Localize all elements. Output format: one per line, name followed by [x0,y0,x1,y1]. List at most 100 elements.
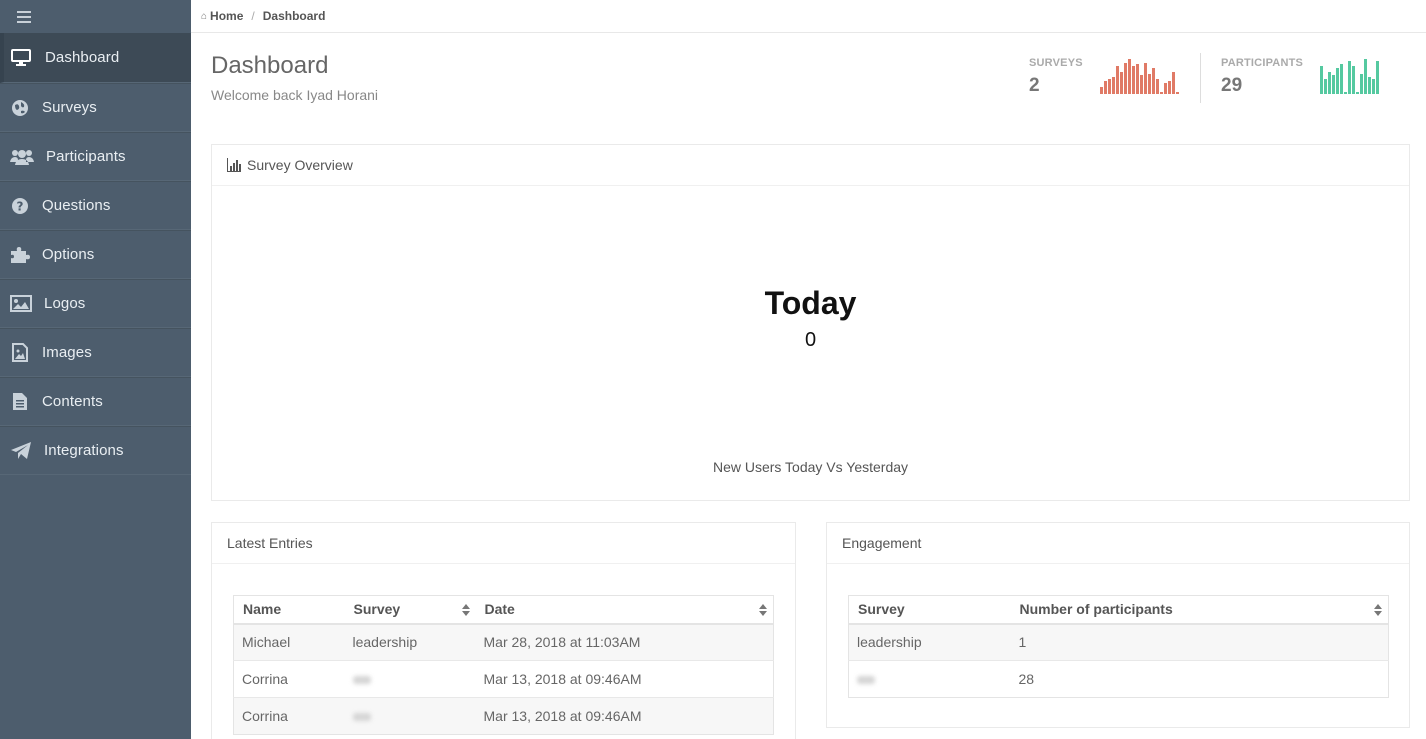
sparkline-bar [1348,61,1351,94]
table-row[interactable]: 28 [848,660,1389,698]
engagement-heading: Engagement [827,523,1409,564]
sparkline-bar [1364,59,1367,94]
table-row[interactable]: leadership 1 [848,623,1389,661]
engagement-title: Engagement [842,535,922,551]
table-row[interactable]: Corrina Mar 13, 2018 at 09:46AM [233,660,774,698]
breadcrumb-home[interactable]: Home [210,9,243,23]
entry-name: Corrina [233,660,345,698]
sidebar-item-images[interactable]: Images [0,328,191,377]
sparkline-bar [1172,72,1175,94]
latest-entries-panel: Latest Entries Name Survey Date Michael … [211,522,796,739]
sidebar-item-label: Logos [44,295,86,312]
column-header-participants[interactable]: Number of participants [1010,595,1389,625]
sparkline-bar [1360,74,1363,94]
stat-divider [1200,53,1201,103]
table-row[interactable]: Corrina Mar 13, 2018 at 09:46AM [233,697,774,735]
sidebar-item-label: Questions [42,197,111,214]
table-header-row: Survey Number of participants [848,595,1389,625]
table-row[interactable]: Michael leadership Mar 28, 2018 at 11:03… [233,623,774,661]
participants-stat: PARTICIPANTS 29 [1221,57,1303,97]
breadcrumb-current: Dashboard [262,9,326,23]
paper-plane-icon [10,442,32,460]
sparkline-bar [1120,72,1123,94]
column-header-date[interactable]: Date [475,595,774,625]
entry-survey-redacted [344,660,476,698]
sidebar-item-options[interactable]: Options [0,230,191,279]
sidebar-item-participants[interactable]: Participants [0,132,191,181]
sparkline-bar [1104,81,1107,94]
survey-overview-panel: Survey Overview Today 0 New Users Today … [211,144,1410,501]
picture-icon [10,295,32,313]
sidebar-item-label: Dashboard [45,49,120,66]
today-value: 0 [804,329,817,351]
surveys-stat: SURVEYS 2 [1029,57,1083,97]
sparkline-bar [1132,66,1135,94]
sidebar-item-integrations[interactable]: Integrations [0,426,191,475]
sidebar-item-label: Images [42,344,92,361]
page-title: Dashboard [211,52,329,79]
redacted-text [352,713,371,722]
sparkline-bar [1140,75,1143,94]
sparkline-bar [1176,92,1179,94]
sparkline-bar [1108,79,1111,94]
sparkline-bar [1136,64,1139,94]
sidebar-item-label: Options [42,246,95,263]
entry-name: Michael [233,623,345,661]
entry-date: Mar 13, 2018 at 09:46AM [475,660,774,698]
sparkline-bar [1124,63,1127,94]
sparkline-bar [1144,63,1147,94]
sparkline-bar [1344,92,1347,94]
participants-stat-label: PARTICIPANTS [1221,57,1304,69]
column-header-name[interactable]: Name [233,595,345,625]
engagement-count: 28 [1010,660,1389,698]
sort-icon[interactable] [759,604,767,616]
redacted-text [352,676,371,685]
sidebar-item-dashboard[interactable]: Dashboard [0,33,191,83]
surveys-sparkline [1100,57,1179,94]
sort-icon[interactable] [1374,604,1382,616]
sparkline-bar [1152,68,1155,94]
chart-caption: New Users Today Vs Yesterday [712,459,909,475]
sidebar: Dashboard Surveys Participants ? Questio… [0,0,191,739]
sparkline-bar [1168,81,1171,94]
surveys-stat-label: SURVEYS [1029,57,1083,69]
sparkline-bar [1340,64,1343,94]
sparkline-bar [1356,92,1359,94]
engagement-panel: Engagement Survey Number of participants… [826,522,1410,728]
sparkline-bar [1160,92,1163,94]
sidebar-item-label: Contents [42,393,103,410]
entry-survey: leadership [344,623,476,661]
sidebar-item-surveys[interactable]: Surveys [0,83,191,132]
question-circle-icon: ? [10,197,30,215]
sort-icon[interactable] [461,604,470,616]
sparkline-bar [1116,66,1119,94]
page-subtitle: Welcome back Iyad Horani [211,87,379,103]
sparkline-bar [1320,66,1323,94]
puzzle-icon [10,246,30,264]
today-label: Today [764,285,857,321]
sparkline-bar [1328,72,1331,94]
engagement-count: 1 [1010,623,1389,661]
entry-date: Mar 28, 2018 at 11:03AM [475,623,774,661]
latest-entries-table: Name Survey Date Michael leadership Mar … [233,595,774,735]
hamburger-icon[interactable] [17,10,31,23]
column-header-survey[interactable]: Survey [848,595,1011,625]
column-header-survey[interactable]: Survey [344,595,476,625]
sidebar-item-contents[interactable]: Contents [0,377,191,426]
sparkline-bar [1332,75,1335,94]
engagement-table: Survey Number of participants leadership… [848,595,1389,698]
image-file-icon [10,343,30,362]
sidebar-item-questions[interactable]: ? Questions [0,181,191,230]
sparkline-bar [1112,77,1115,94]
surveys-stat-value: 2 [1029,75,1040,96]
sidebar-item-label: Integrations [44,442,124,459]
latest-entries-title: Latest Entries [227,535,313,551]
sidebar-item-logos[interactable]: Logos [0,279,191,328]
latest-entries-heading: Latest Entries [212,523,795,564]
sparkline-bar [1368,77,1371,94]
sparkline-bar [1164,83,1167,94]
sparkline-bar [1148,74,1151,94]
survey-overview-title: Survey Overview [247,157,353,173]
sidebar-item-label: Surveys [42,99,97,116]
breadcrumb-separator: / [251,9,255,23]
